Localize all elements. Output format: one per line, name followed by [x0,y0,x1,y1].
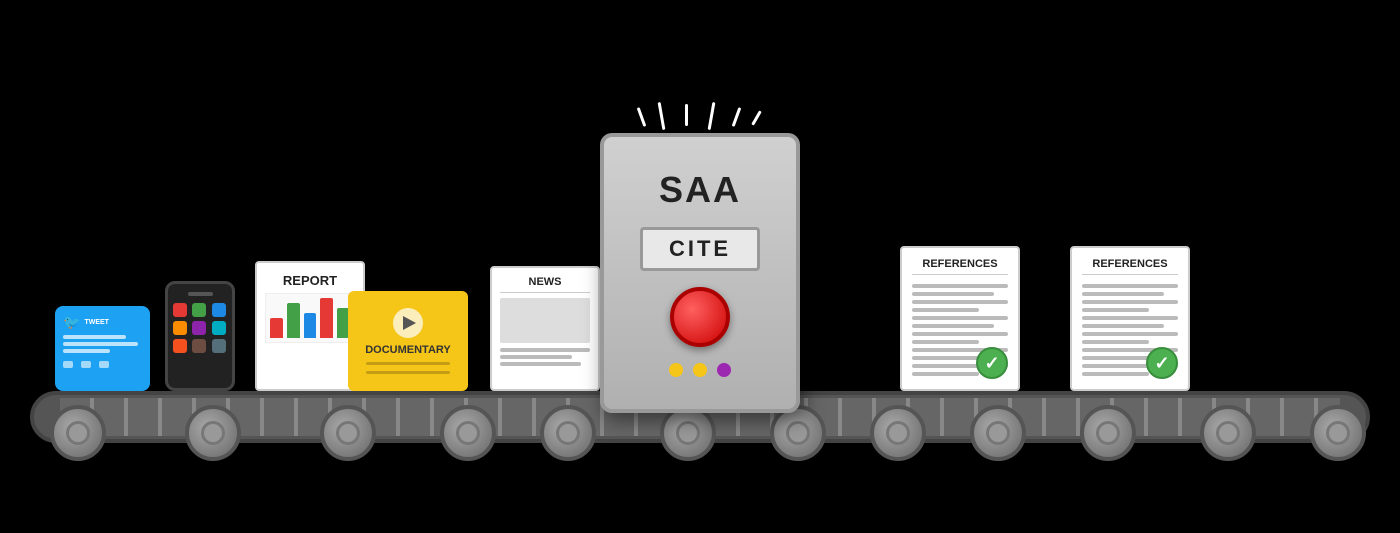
phone-item [165,281,235,391]
checkmark-2: ✓ [1146,347,1178,379]
wheel [1200,405,1256,461]
spark-line [751,110,762,125]
play-button [393,308,423,338]
news-image [500,298,590,343]
phone-speaker [188,292,213,296]
wheel [440,405,496,461]
spark-line [685,104,688,126]
play-triangle-icon [403,316,416,330]
scene: 🐦 TWEET REPORT [0,0,1400,533]
spark-line [637,107,647,127]
saa-label: SAA [659,169,741,211]
wheel [1080,405,1136,461]
spark-line [732,107,742,127]
ref-title-2: REFERENCES [1082,258,1178,275]
wheel [320,405,376,461]
dot-purple [717,363,731,377]
report-title: REPORT [265,273,355,288]
documentary-label: DOCUMENTARY [365,344,451,356]
wheel [660,405,716,461]
wheel [50,405,106,461]
dot-yellow-2 [693,363,707,377]
wheel [770,405,826,461]
wheel [870,405,926,461]
ref-title-1: REFERENCES [912,258,1008,275]
cite-button[interactable]: CITE [640,227,760,271]
documentary-item: DOCUMENTARY [348,291,468,391]
checkmark-1: ✓ [976,347,1008,379]
reference-output-2: REFERENCES ✓ [1070,246,1190,391]
report-chart [265,293,355,343]
news-title: NEWS [500,276,590,293]
spark-line [658,102,666,130]
wheel [970,405,1026,461]
tweet-item: 🐦 TWEET [55,306,150,391]
wheel [1310,405,1366,461]
phone-app-grid [173,303,227,353]
dot-yellow-1 [669,363,683,377]
spark-line [708,102,716,130]
red-button[interactable] [670,287,730,347]
saa-machine: SAA CITE [600,133,800,413]
machine-dots [669,363,731,377]
cite-label: CITE [669,236,731,262]
wheel [185,405,241,461]
wheel [540,405,596,461]
twitter-icon: 🐦 [63,314,80,331]
tweet-label: TWEET [84,319,109,326]
reference-output-1: REFERENCES ✓ [900,246,1020,391]
news-item: NEWS [490,266,600,391]
